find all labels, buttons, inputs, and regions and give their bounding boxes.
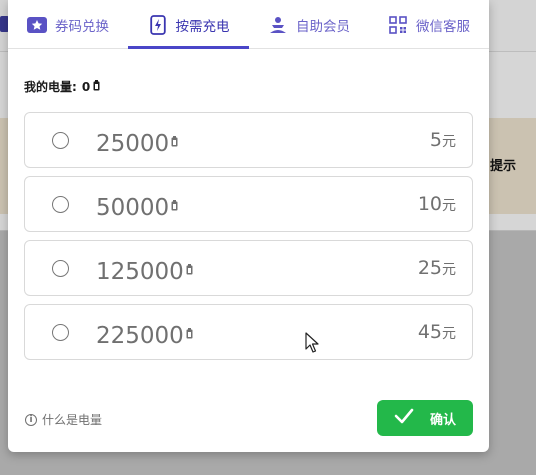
option-radio[interactable] (52, 324, 69, 341)
option-price-unit: 元 (442, 198, 456, 214)
option-radio[interactable] (52, 196, 69, 213)
checkmark-icon (394, 408, 414, 428)
tab-charge-on-demand[interactable]: 按需充电 (128, 0, 249, 49)
active-tab-indicator (128, 46, 249, 49)
tab-self-service-member[interactable]: 自助会员 (249, 0, 369, 49)
option-amount: 225000 (96, 318, 193, 350)
charge-options-list: 25000 5 元 50000 10 元 125000 25 元 225000 … (24, 112, 473, 368)
star-ticket-icon (27, 15, 47, 35)
charge-option[interactable]: 50000 10 元 (24, 176, 473, 232)
option-amount-value: 125000 (96, 259, 184, 285)
option-price-unit: 元 (442, 134, 456, 150)
confirm-button[interactable]: 确认 (377, 400, 473, 436)
option-amount-value: 50000 (96, 195, 170, 221)
option-amount: 50000 (96, 190, 178, 222)
option-radio[interactable] (52, 260, 69, 277)
option-amount: 25000 (96, 126, 178, 158)
person-icon (268, 15, 288, 35)
option-price-value: 25 (417, 257, 442, 279)
battery-icon (93, 79, 100, 94)
option-radio[interactable] (52, 132, 69, 149)
battery-icon (171, 126, 178, 154)
help-link-label: 什么是电量 (42, 413, 103, 427)
balance-label: 我的电量: (24, 80, 77, 94)
tab-coupon-redeem[interactable]: 券码兑换 (8, 0, 128, 49)
option-price-value: 45 (417, 321, 442, 343)
option-amount: 125000 (96, 254, 193, 286)
option-price-unit: 元 (442, 326, 456, 342)
background-notice-text: 提示 (490, 159, 517, 174)
recharge-modal: 券码兑换 按需充电 自助会员 微信客服 我的电量: 0 25000 5 元 50… (8, 0, 489, 452)
battery-icon (171, 190, 178, 218)
charge-option[interactable]: 225000 45 元 (24, 304, 473, 360)
charge-option[interactable]: 125000 25 元 (24, 240, 473, 296)
option-price: 10 元 (418, 193, 456, 215)
option-price: 25 元 (418, 257, 456, 279)
option-price: 45 元 (418, 321, 456, 343)
option-price-value: 10 (417, 193, 442, 215)
info-icon: i (25, 413, 37, 426)
charge-option[interactable]: 25000 5 元 (24, 112, 473, 168)
option-price: 5 元 (430, 129, 456, 151)
balance-display: 我的电量: 0 (24, 78, 100, 95)
tab-label: 券码兑换 (55, 18, 109, 35)
tab-label: 按需充电 (175, 18, 230, 35)
qr-code-icon (388, 15, 408, 35)
tab-wechat-support[interactable]: 微信客服 (369, 0, 489, 49)
option-price-value: 5 (429, 129, 442, 151)
battery-icon (186, 318, 193, 346)
tab-bar: 券码兑换 按需充电 自助会员 微信客服 (8, 0, 489, 49)
tab-label: 微信客服 (416, 18, 470, 35)
tab-label: 自助会员 (296, 18, 350, 35)
option-amount-value: 225000 (96, 323, 184, 349)
charge-phone-icon (148, 14, 168, 35)
confirm-label: 确认 (429, 412, 456, 428)
option-amount-value: 25000 (96, 131, 170, 157)
what-is-power-link[interactable]: i 什么是电量 (25, 411, 102, 428)
battery-icon (186, 254, 193, 282)
option-price-unit: 元 (442, 262, 456, 278)
balance-value: 0 (81, 79, 91, 94)
mouse-pointer-icon (305, 332, 319, 354)
